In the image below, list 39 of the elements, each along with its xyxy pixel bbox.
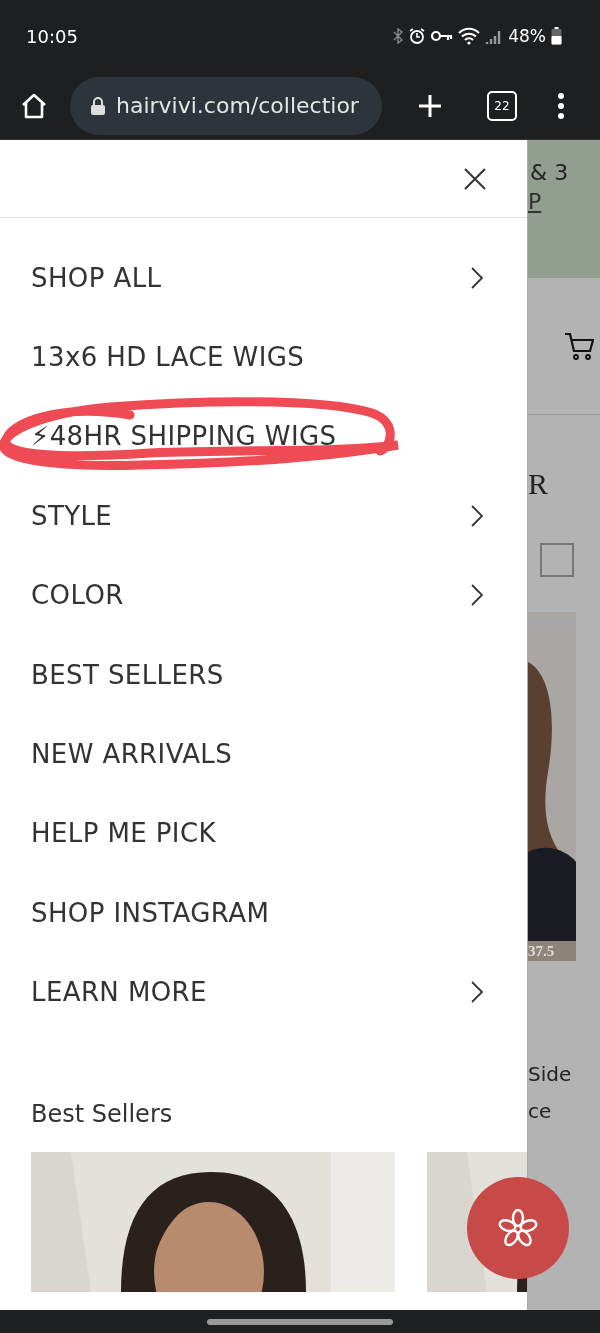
chevron-right-icon <box>471 504 483 527</box>
heading-fragment: R <box>528 467 549 501</box>
menu-item[interactable]: LEARN MORE <box>0 952 527 1032</box>
title-fragment: ce <box>528 1098 553 1124</box>
lock-icon <box>90 95 106 116</box>
menu-item[interactable]: SHOP INSTAGRAM <box>0 873 527 953</box>
close-icon[interactable] <box>463 166 487 191</box>
flower-icon <box>498 1208 538 1248</box>
chevron-right-icon <box>471 584 483 607</box>
home-handle[interactable] <box>207 1318 393 1325</box>
home-icon[interactable] <box>20 91 48 120</box>
battery-percent: 48% <box>508 26 546 46</box>
price-fragment: 37.5 <box>528 941 576 961</box>
menu-item[interactable]: COLOR <box>0 555 527 635</box>
menu-icon[interactable] <box>557 92 565 119</box>
tab-switcher-button[interactable]: 22 <box>487 90 517 121</box>
chevron-right-icon <box>471 266 483 289</box>
status-time: 10:05 <box>26 25 78 47</box>
alarm-icon <box>408 27 427 45</box>
cart-icon[interactable] <box>564 331 594 361</box>
menu-item[interactable]: NEW ARRIVALS <box>0 714 527 794</box>
menu-item[interactable]: BEST SELLERS <box>0 634 527 715</box>
key-icon <box>431 30 454 42</box>
address-bar[interactable]: hairvivi.com/collectior <box>70 76 382 135</box>
bluetooth-icon <box>393 28 404 44</box>
title-fragment: Side <box>528 1061 573 1087</box>
menu-item[interactable]: SHOP ALL <box>0 238 527 318</box>
section-title: Best Sellers <box>31 1099 174 1128</box>
checkbox[interactable] <box>540 543 574 577</box>
wifi-icon <box>458 27 481 45</box>
banner-text: & 3 <box>530 160 570 185</box>
new-tab-icon[interactable] <box>417 92 443 119</box>
banner-link[interactable]: P <box>528 189 600 214</box>
battery-icon <box>551 27 562 45</box>
chevron-right-icon <box>471 981 483 1004</box>
menu-item[interactable]: 13x6 HD LACE WIGS <box>0 317 527 397</box>
menu-item[interactable]: HELP ME PICK <box>0 793 527 874</box>
menu-item[interactable]: ⚡48HR SHIPPING WIGS <box>0 396 527 477</box>
menu-item[interactable]: STYLE <box>0 476 527 556</box>
